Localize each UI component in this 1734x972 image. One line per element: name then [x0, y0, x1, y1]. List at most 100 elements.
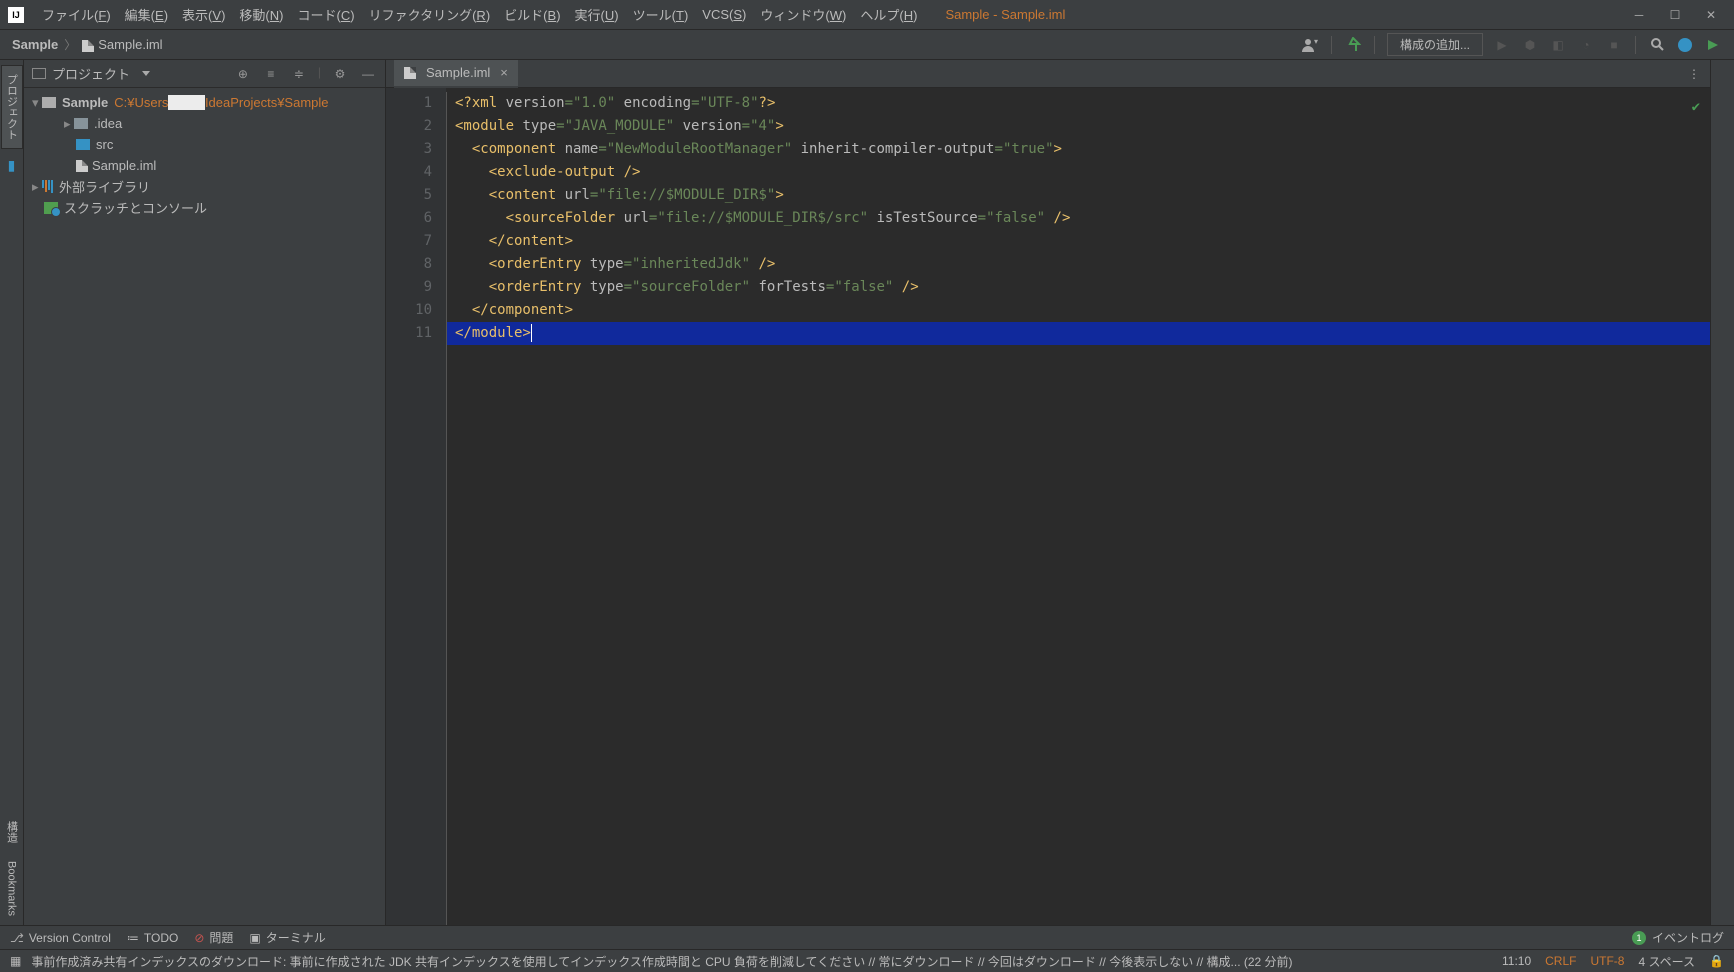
tree-row-root[interactable]: ▾ Sample C:¥UsersxxxxxIdeaProjects¥Sampl…	[24, 92, 385, 113]
tw-todo[interactable]: ≔TODO	[127, 931, 178, 945]
side-tab-structure[interactable]: 構造	[1, 812, 23, 852]
maximize-button[interactable]: ☐	[1668, 8, 1682, 22]
tree-row-idea[interactable]: ▸ .idea	[24, 113, 385, 134]
chevron-down-icon[interactable]: ▾	[32, 95, 42, 111]
folder-icon	[74, 118, 88, 129]
bottom-tool-strip: ⎇Version Control ≔TODO ⊘問題 ▣ターミナル 1 イベント…	[0, 925, 1734, 949]
profile-icon[interactable]: ◔	[1577, 36, 1595, 54]
project-panel-title[interactable]: プロジェクト	[32, 64, 150, 83]
inspection-ok-icon[interactable]: ✔	[1692, 96, 1700, 119]
project-tree: ▾ Sample C:¥UsersxxxxxIdeaProjects¥Sampl…	[24, 88, 385, 925]
run-anything-icon[interactable]	[1704, 36, 1722, 54]
terminal-icon: ▣	[249, 931, 260, 945]
project-root-icon	[42, 97, 56, 108]
stop-icon[interactable]: ■	[1605, 36, 1623, 54]
select-opened-file-icon[interactable]: ⊕	[234, 65, 252, 83]
minimize-button[interactable]: ─	[1632, 8, 1646, 22]
menu-help[interactable]: ヘルプ(H)	[854, 1, 923, 28]
editor-tab[interactable]: Sample.iml ×	[394, 60, 518, 88]
window-title: Sample - Sample.iml	[945, 7, 1065, 22]
menu-file[interactable]: ファイル(F)	[36, 1, 117, 28]
breadcrumb-project[interactable]: Sample	[12, 37, 58, 52]
tw-vcs[interactable]: ⎇Version Control	[10, 931, 111, 945]
svg-text:▾: ▾	[1314, 38, 1318, 46]
tree-row-scratches[interactable]: スクラッチとコンソール	[24, 197, 385, 218]
windows-icon[interactable]: ▦	[10, 954, 21, 968]
status-message[interactable]: 事前作成済み共有インデックスのダウンロード: 事前に作成された JDK 共有イン…	[31, 953, 1292, 970]
menu-vcs[interactable]: VCS(S)	[696, 3, 752, 26]
tree-row-src[interactable]: src	[24, 134, 385, 155]
menu-edit[interactable]: 編集(E)	[119, 1, 174, 28]
close-tab-icon[interactable]: ×	[500, 65, 508, 80]
collapse-all-icon[interactable]: ≑	[290, 65, 308, 83]
status-encoding[interactable]: UTF-8	[1590, 954, 1624, 968]
line-number: 4	[386, 161, 432, 184]
file-icon	[404, 67, 416, 79]
line-number: 9	[386, 276, 432, 299]
tree-row-iml[interactable]: Sample.iml	[24, 155, 385, 176]
gear-icon[interactable]: ⚙	[331, 65, 349, 83]
line-number: 6	[386, 207, 432, 230]
line-number: 8	[386, 253, 432, 276]
scratch-icon	[44, 202, 58, 214]
code-content[interactable]: ✔ <?xml version="1.0" encoding="UTF-8"?>…	[447, 88, 1710, 925]
menu-view[interactable]: 表示(V)	[176, 1, 231, 28]
menu-bar: IJ ファイル(F) 編集(E) 表示(V) 移動(N) コード(C) リファク…	[0, 0, 1734, 30]
menu-navigate[interactable]: 移動(N)	[233, 1, 289, 28]
menu-window[interactable]: ウィンドウ(W)	[754, 1, 852, 28]
run-config-button[interactable]: 構成の追加...	[1387, 33, 1483, 56]
line-number: 7	[386, 230, 432, 253]
status-position[interactable]: 11:10	[1502, 954, 1531, 968]
status-bar: ▦ 事前作成済み共有インデックスのダウンロード: 事前に作成された JDK 共有…	[0, 949, 1734, 972]
folder-tab-icon[interactable]: ▮	[8, 157, 16, 174]
app-icon: IJ	[8, 7, 24, 23]
coverage-icon[interactable]: ◧	[1549, 36, 1567, 54]
vcs-user-icon[interactable]: ▾	[1301, 36, 1319, 54]
editor-tab-menu-icon[interactable]: ⋮	[1688, 67, 1710, 81]
tw-event-log[interactable]: イベントログ	[1652, 929, 1724, 946]
tree-row-external-libs[interactable]: ▸ 外部ライブラリ	[24, 176, 385, 197]
line-number: 11	[386, 322, 432, 345]
side-tab-bookmarks[interactable]: Bookmarks	[3, 852, 21, 925]
lock-icon[interactable]: 🔒	[1709, 954, 1724, 968]
warning-icon: ⊘	[194, 931, 204, 945]
project-panel-header: プロジェクト ⊕ ≡ ≑ | ⚙ —	[24, 60, 385, 88]
chevron-right-icon[interactable]: ▸	[64, 116, 74, 132]
expand-all-icon[interactable]: ≡	[262, 65, 280, 83]
menu-run[interactable]: 実行(U)	[569, 1, 625, 28]
line-number: 5	[386, 184, 432, 207]
branch-icon: ⎇	[10, 931, 24, 945]
menu-code[interactable]: コード(C)	[292, 1, 361, 28]
hide-icon[interactable]: —	[359, 65, 377, 83]
editor[interactable]: 1 2 3 4 5 6 7 8 9 10 11 ✔ <?xml version=…	[386, 88, 1710, 925]
menu-build[interactable]: ビルド(B)	[498, 1, 566, 28]
status-indent[interactable]: 4 スペース	[1638, 953, 1695, 970]
close-button[interactable]: ✕	[1704, 8, 1718, 22]
line-number: 1	[386, 92, 432, 115]
caret	[531, 324, 532, 342]
event-count-badge: 1	[1632, 931, 1646, 945]
build-icon[interactable]	[1344, 36, 1362, 54]
search-icon[interactable]	[1648, 36, 1666, 54]
tw-problems[interactable]: ⊘問題	[194, 929, 233, 946]
file-icon	[76, 160, 88, 172]
source-folder-icon	[76, 139, 90, 150]
tw-terminal[interactable]: ▣ターミナル	[249, 929, 325, 946]
status-line-separator[interactable]: CRLF	[1545, 954, 1576, 968]
chevron-down-icon[interactable]	[142, 71, 150, 76]
ide-features-icon[interactable]	[1676, 36, 1694, 54]
run-icon[interactable]: ▶	[1493, 36, 1511, 54]
navigation-bar: Sample 〉 Sample.iml ▾ 構成の追加... ▶ ⬢ ◧ ◔ ■	[0, 30, 1734, 60]
menu-refactor[interactable]: リファクタリング(R)	[363, 1, 497, 28]
right-tool-strip	[1710, 60, 1734, 925]
line-number: 2	[386, 115, 432, 138]
editor-gutter: 1 2 3 4 5 6 7 8 9 10 11	[386, 88, 446, 925]
breadcrumb-file[interactable]: Sample.iml	[82, 37, 162, 52]
chevron-right-icon[interactable]: ▸	[32, 179, 42, 195]
menu-tools[interactable]: ツール(T)	[627, 1, 695, 28]
library-icon	[42, 180, 53, 193]
debug-icon[interactable]: ⬢	[1521, 36, 1539, 54]
side-tab-project[interactable]: プロジェクト	[1, 65, 23, 149]
line-number: 3	[386, 138, 432, 161]
list-icon: ≔	[127, 931, 139, 945]
